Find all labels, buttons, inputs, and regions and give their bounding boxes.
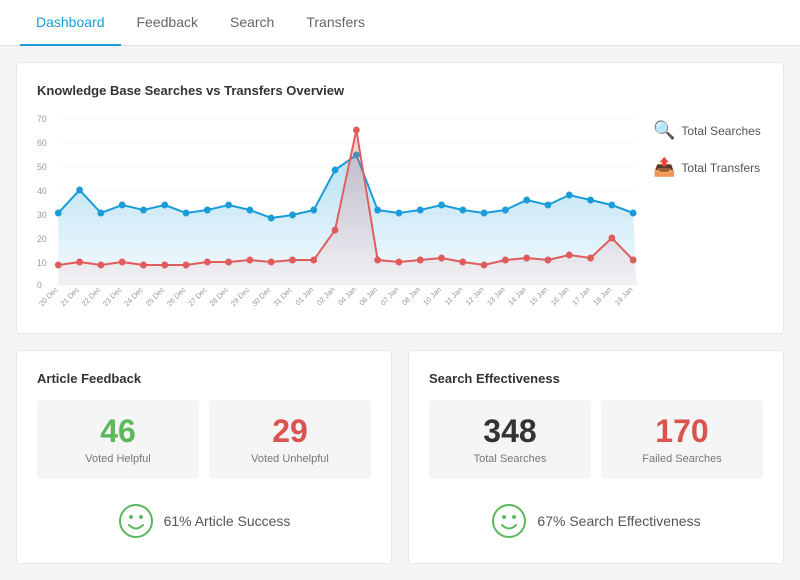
svg-text:20: 20	[37, 234, 47, 244]
article-feedback-boxes: 46 Voted Helpful 29 Voted Unhelpful	[37, 400, 371, 479]
svg-text:25 Dec: 25 Dec	[144, 285, 167, 308]
svg-text:19 Jan: 19 Jan	[613, 285, 635, 307]
failed-searches-value: 170	[611, 414, 753, 449]
svg-text:60: 60	[37, 138, 47, 148]
search-success-row: 67% Search Effectiveness	[429, 493, 763, 543]
svg-text:22 Dec: 22 Dec	[80, 285, 103, 308]
svg-text:70: 70	[37, 114, 47, 124]
voted-helpful-label: Voted Helpful	[47, 453, 189, 465]
article-success-text: 61% Article Success	[164, 513, 291, 529]
svg-text:15 Jan: 15 Jan	[528, 285, 550, 307]
voted-helpful-box: 46 Voted Helpful	[37, 400, 199, 479]
chart-area: 70 60 50 40 30 20 10 0	[37, 110, 763, 313]
article-feedback-title: Article Feedback	[37, 371, 371, 386]
svg-text:30 Dec: 30 Dec	[250, 285, 273, 308]
total-searches-box: 348 Total Searches	[429, 400, 591, 479]
svg-text:27 Dec: 27 Dec	[186, 285, 209, 308]
voted-unhelpful-value: 29	[219, 414, 361, 449]
chart-svg: 70 60 50 40 30 20 10 0	[37, 110, 637, 313]
legend-total-transfers: 📤 Total Transfers	[653, 157, 763, 178]
svg-text:23 Dec: 23 Dec	[101, 285, 124, 308]
search-effectiveness-card: Search Effectiveness 348 Total Searches …	[408, 350, 784, 564]
chart-title: Knowledge Base Searches vs Transfers Ove…	[37, 83, 763, 98]
svg-text:40: 40	[37, 186, 47, 196]
svg-text:14 Jan: 14 Jan	[506, 285, 528, 307]
search-effectiveness-text: 67% Search Effectiveness	[537, 513, 700, 529]
search-effectiveness-title: Search Effectiveness	[429, 371, 763, 386]
tab-bar: Dashboard Feedback Search Transfers	[0, 0, 800, 46]
svg-text:10: 10	[37, 258, 47, 268]
svg-text:29 Dec: 29 Dec	[229, 285, 252, 308]
svg-text:07 Jan: 07 Jan	[379, 285, 401, 307]
svg-text:18 Jan: 18 Jan	[592, 285, 614, 307]
svg-text:50: 50	[37, 162, 47, 172]
svg-text:21 Dec: 21 Dec	[58, 285, 81, 308]
svg-text:10 Jan: 10 Jan	[421, 285, 443, 307]
svg-text:11 Jan: 11 Jan	[443, 285, 464, 307]
total-searches-value: 348	[439, 414, 581, 449]
search-smiley-icon	[491, 503, 527, 539]
article-success-row: 61% Article Success	[37, 493, 371, 543]
svg-text:13 Jan: 13 Jan	[485, 285, 507, 307]
tab-search[interactable]: Search	[214, 0, 290, 46]
svg-text:16 Jan: 16 Jan	[549, 285, 571, 307]
search-legend-icon: 🔍	[653, 120, 675, 141]
article-smiley-icon	[118, 503, 154, 539]
tab-dashboard[interactable]: Dashboard	[20, 0, 121, 46]
svg-text:01 Jan: 01 Jan	[293, 285, 315, 307]
svg-text:30: 30	[37, 210, 47, 220]
tab-feedback[interactable]: Feedback	[121, 0, 214, 46]
search-effectiveness-boxes: 348 Total Searches 170 Failed Searches	[429, 400, 763, 479]
bottom-row: Article Feedback 46 Voted Helpful 29 Vot…	[16, 350, 784, 564]
svg-text:02 Jan: 02 Jan	[315, 285, 337, 307]
chart-card: Knowledge Base Searches vs Transfers Ove…	[16, 62, 784, 334]
legend-transfers-label: Total Transfers	[681, 161, 760, 175]
chart-legend: 🔍 Total Searches 📤 Total Transfers	[653, 110, 763, 178]
voted-unhelpful-label: Voted Unhelpful	[219, 453, 361, 465]
svg-text:28 Dec: 28 Dec	[207, 285, 230, 308]
tab-transfers[interactable]: Transfers	[290, 0, 381, 46]
failed-searches-label: Failed Searches	[611, 453, 753, 465]
svg-text:04 Jan: 04 Jan	[336, 285, 358, 307]
svg-text:12 Jan: 12 Jan	[464, 285, 486, 307]
legend-total-searches: 🔍 Total Searches	[653, 120, 763, 141]
svg-text:06 Jan: 06 Jan	[357, 285, 379, 307]
app-container: Dashboard Feedback Search Transfers Know…	[0, 0, 800, 580]
svg-text:24 Dec: 24 Dec	[122, 285, 145, 308]
svg-text:31 Dec: 31 Dec	[271, 285, 294, 308]
failed-searches-box: 170 Failed Searches	[601, 400, 763, 479]
article-feedback-card: Article Feedback 46 Voted Helpful 29 Vot…	[16, 350, 392, 564]
svg-text:17 Jan: 17 Jan	[570, 285, 592, 307]
voted-unhelpful-box: 29 Voted Unhelpful	[209, 400, 371, 479]
voted-helpful-value: 46	[47, 414, 189, 449]
svg-text:08 Jan: 08 Jan	[400, 285, 422, 307]
total-searches-label: Total Searches	[439, 453, 581, 465]
svg-text:26 Dec: 26 Dec	[165, 285, 188, 308]
transfer-legend-icon: 📤	[653, 157, 675, 178]
legend-searches-label: Total Searches	[681, 124, 760, 138]
svg-text:0: 0	[37, 280, 42, 290]
main-content: Knowledge Base Searches vs Transfers Ove…	[0, 46, 800, 580]
